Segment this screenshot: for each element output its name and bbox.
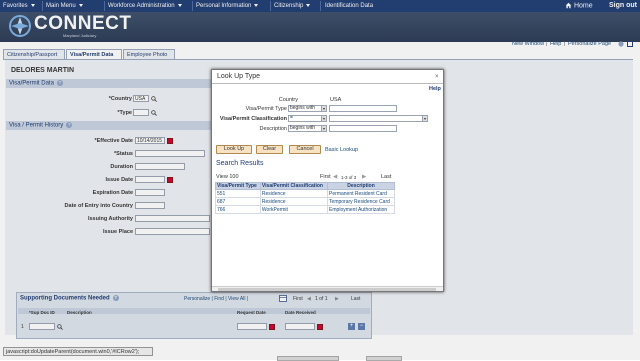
result-type-cell[interactable]: 766 bbox=[215, 205, 261, 214]
chevron-down-icon bbox=[321, 106, 326, 111]
table-header-row: Visa/Permit Type Visa/Permit Classificat… bbox=[215, 182, 395, 190]
description-search-input[interactable] bbox=[329, 125, 397, 132]
close-icon[interactable]: × bbox=[435, 74, 439, 80]
description-operator-dropdown[interactable]: begins with bbox=[288, 125, 327, 132]
result-classification-cell[interactable]: WorkPermit bbox=[259, 205, 329, 214]
classification-value-dropdown[interactable] bbox=[329, 115, 428, 122]
lookup-country-label: Country bbox=[278, 97, 298, 103]
basic-lookup-link[interactable]: Basic Lookup bbox=[325, 147, 358, 153]
result-description-cell[interactable]: Permanent Resident Card bbox=[327, 189, 395, 198]
results-first-link[interactable]: First bbox=[320, 174, 331, 180]
modal-help-link[interactable]: Help bbox=[429, 86, 441, 92]
modal-divider bbox=[212, 83, 443, 84]
col-visa-permit-type[interactable]: Visa/Permit Type bbox=[215, 182, 261, 190]
visa-type-operator-dropdown[interactable]: begins with bbox=[288, 105, 327, 112]
results-next-icon[interactable]: ▶ bbox=[362, 174, 366, 180]
chevron-down-icon bbox=[321, 116, 326, 121]
lookup-description-label: Description bbox=[259, 126, 287, 132]
lookup-modal: Look Up Type × Help Country USA Visa/Per… bbox=[211, 69, 444, 292]
result-classification-cell[interactable]: Residence bbox=[259, 189, 329, 198]
result-classification-cell[interactable]: Residence bbox=[259, 197, 329, 206]
lookup-country-value: USA bbox=[330, 97, 342, 103]
col-description[interactable]: Description bbox=[327, 182, 395, 190]
result-type-cell[interactable]: 687 bbox=[215, 197, 261, 206]
cancel-button[interactable]: Cancel bbox=[289, 145, 321, 154]
result-description-cell[interactable]: Temporary Residence Card bbox=[327, 197, 395, 206]
col-visa-permit-classification[interactable]: Visa/Permit Classification bbox=[259, 182, 329, 190]
classification-operator-dropdown[interactable]: = bbox=[288, 115, 327, 122]
chevron-down-icon bbox=[422, 116, 427, 121]
chevron-down-icon bbox=[321, 126, 326, 131]
result-type-cell[interactable]: 551 bbox=[215, 189, 261, 198]
scrollbar-thumb[interactable] bbox=[218, 288, 436, 291]
result-description-cell[interactable]: Employment Authorization bbox=[327, 205, 395, 214]
results-last-link[interactable]: Last bbox=[381, 174, 391, 180]
results-range: 1-3 of 3 bbox=[341, 175, 357, 180]
table-row[interactable]: 687 Residence Temporary Residence Card bbox=[215, 197, 395, 206]
visa-type-search-input[interactable] bbox=[329, 105, 397, 112]
view-100-link[interactable]: View 100 bbox=[216, 174, 239, 180]
table-row[interactable]: 766 WorkPermit Employment Authorization bbox=[215, 205, 395, 214]
search-results-table: Visa/Permit Type Visa/Permit Classificat… bbox=[215, 182, 395, 214]
results-prev-icon[interactable]: ◀ bbox=[333, 174, 337, 180]
modal-title: Look Up Type bbox=[217, 73, 261, 80]
lookup-visa-type-label: Visa/Permit Type bbox=[245, 106, 287, 112]
search-results-title: Search Results bbox=[216, 160, 264, 167]
lookup-classification-label: Visa/Permit Classification bbox=[219, 116, 287, 122]
clear-button[interactable]: Clear bbox=[256, 145, 283, 154]
lookup-button[interactable]: Look Up bbox=[216, 145, 252, 154]
modal-horizontal-scrollbar[interactable] bbox=[212, 286, 443, 291]
table-row[interactable]: 551 Residence Permanent Resident Card bbox=[215, 189, 395, 198]
